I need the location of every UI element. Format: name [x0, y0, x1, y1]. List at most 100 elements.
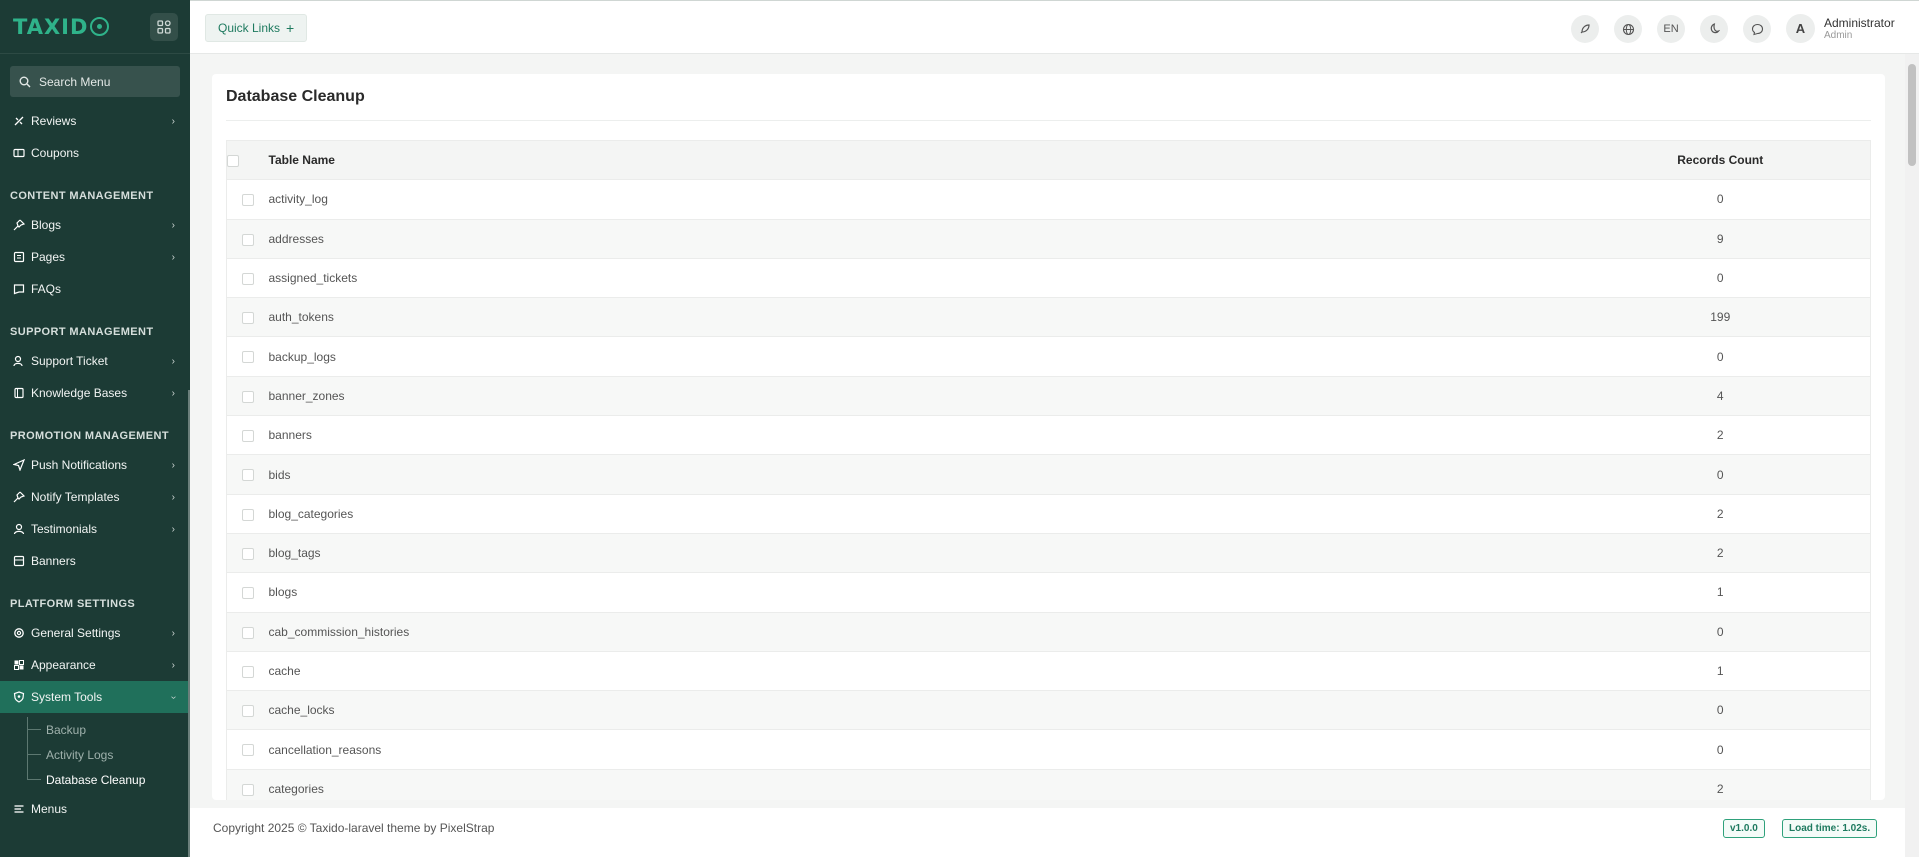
send-icon: [12, 458, 26, 472]
quick-links-button[interactable]: Quick Links +: [205, 14, 308, 42]
sidebar-item-knowledge-bases[interactable]: Knowledge Bases ›: [0, 377, 188, 409]
database-tables-table: Table Name Records Count activity_log 0 ad…: [226, 140, 1871, 800]
column-header-records-count[interactable]: Records Count: [1570, 140, 1871, 181]
menu-icon: [12, 802, 26, 816]
records-count-cell: 0: [1570, 258, 1871, 299]
sidebar-scrollbar[interactable]: [188, 390, 190, 857]
table-row: banners 2: [226, 415, 1871, 456]
shield-icon: [12, 690, 26, 704]
row-checkbox[interactable]: [241, 705, 254, 718]
table-row: blog_tags 2: [226, 533, 1871, 574]
submenu-item-backup[interactable]: Backup: [0, 717, 188, 742]
sidebar-item-general-settings[interactable]: General Settings ›: [0, 617, 188, 649]
table-name-cell: cache: [268, 651, 1571, 692]
records-count-cell: 2: [1570, 494, 1871, 534]
row-checkbox[interactable]: [241, 665, 254, 678]
globe-button[interactable]: [1614, 15, 1642, 43]
submenu-item-activity-logs[interactable]: Activity Logs: [0, 742, 188, 767]
row-select-cell: [226, 612, 269, 652]
row-checkbox[interactable]: [241, 430, 254, 443]
row-select-cell: [226, 179, 269, 220]
row-checkbox[interactable]: [241, 547, 254, 560]
sidebar-item-push-notifications[interactable]: Push Notifications ›: [0, 449, 188, 481]
pin-icon: [12, 218, 26, 232]
chevron-right-icon: ›: [171, 355, 175, 367]
reviews-icon: [12, 114, 26, 128]
sidebar-item-faqs[interactable]: FAQs: [0, 273, 188, 305]
row-checkbox[interactable]: [241, 233, 254, 246]
row-checkbox[interactable]: [241, 744, 254, 757]
faq-icon: [12, 282, 26, 296]
user-avatar[interactable]: A: [1786, 14, 1815, 43]
sidebar-item-testimonials[interactable]: Testimonials ›: [0, 513, 188, 545]
select-all-checkbox[interactable]: [227, 154, 239, 167]
rocket-button[interactable]: [1571, 15, 1599, 43]
table-row: cancellation_reasons 0: [226, 729, 1871, 770]
chevron-right-icon: ›: [171, 115, 175, 127]
table-row: auth_tokens 199: [226, 297, 1871, 338]
chat-icon: [1751, 23, 1763, 35]
table-row: backup_logs 0: [226, 336, 1871, 377]
sidebar-menu: Reviews › Coupons CONTENT MANAGEMENT Blo…: [0, 108, 188, 825]
sidebar-item-system-tools[interactable]: System Tools ›: [0, 681, 188, 713]
table-name-cell: cache_locks: [268, 690, 1571, 731]
records-count-cell: 1: [1570, 572, 1871, 613]
sidebar-item-coupons[interactable]: Coupons: [0, 137, 188, 169]
section-title-content-management: CONTENT MANAGEMENT: [10, 190, 154, 202]
row-checkbox[interactable]: [241, 508, 254, 521]
sidebar-item-banners[interactable]: Banners: [0, 545, 188, 577]
rocket-icon: [1580, 24, 1590, 34]
user-name[interactable]: Administrator: [1824, 16, 1895, 30]
chevron-right-icon: ›: [171, 627, 175, 639]
row-checkbox[interactable]: [241, 194, 254, 207]
row-select-cell: [226, 690, 269, 731]
table-name-cell: blogs: [268, 572, 1571, 613]
sidebar-item-support-ticket[interactable]: Support Ticket ›: [0, 345, 188, 377]
sidebar-item-appearance[interactable]: Appearance ›: [0, 649, 188, 681]
records-count-cell: 0: [1570, 729, 1871, 770]
sidebar-item-label: Coupons: [31, 146, 80, 160]
sidebar-item-label: Blogs: [31, 218, 62, 232]
row-select-cell: [226, 376, 269, 417]
row-checkbox[interactable]: [241, 783, 254, 796]
sidebar-item-notify-templates[interactable]: Notify Templates ›: [0, 481, 188, 513]
support-icon: [12, 354, 26, 368]
quick-links-label: Quick Links: [218, 21, 281, 35]
row-checkbox[interactable]: [241, 587, 254, 600]
sidebar-item-label: Testimonials: [31, 522, 98, 536]
chevron-right-icon: ›: [171, 219, 175, 231]
sidebar-item-menus[interactable]: Menus: [0, 793, 188, 825]
sidebar-item-pages[interactable]: Pages ›: [0, 241, 188, 273]
row-checkbox[interactable]: [241, 626, 254, 639]
records-count-cell: 0: [1570, 454, 1871, 495]
sidebar-item-blogs[interactable]: Blogs ›: [0, 209, 188, 241]
table-header-row: Table Name Records Count: [226, 140, 1871, 181]
language-button[interactable]: EN: [1657, 15, 1685, 43]
sidebar-item-label: Support Ticket: [31, 354, 108, 368]
dark-mode-button[interactable]: [1700, 15, 1728, 43]
page-scrollbar[interactable]: [1905, 54, 1919, 857]
sidebar-search-input[interactable]: Search Menu: [10, 66, 180, 97]
table-name-cell: activity_log: [268, 179, 1571, 220]
sidebar-item-label: General Settings: [31, 626, 121, 640]
chevron-right-icon: ›: [171, 491, 175, 503]
page-scrollbar-thumb[interactable]: [1908, 64, 1916, 166]
section-title-platform-settings: PLATFORM SETTINGS: [10, 598, 136, 610]
brand-logo[interactable]: TAXID: [13, 15, 110, 39]
row-checkbox[interactable]: [241, 469, 254, 482]
records-count-cell: 0: [1570, 690, 1871, 731]
row-checkbox[interactable]: [241, 351, 254, 364]
row-checkbox[interactable]: [241, 272, 254, 285]
row-select-cell: [226, 729, 269, 770]
toggle-sidebar-button[interactable]: [150, 12, 178, 41]
user-role: Admin: [1824, 30, 1853, 41]
submenu-item-database-cleanup[interactable]: Database Cleanup: [0, 767, 188, 792]
sidebar-item-reviews[interactable]: Reviews ›: [0, 105, 188, 137]
row-select-cell: [226, 219, 269, 259]
chat-button[interactable]: [1743, 15, 1771, 43]
row-checkbox[interactable]: [241, 312, 254, 325]
sidebar-item-label: Appearance: [31, 658, 96, 672]
row-checkbox[interactable]: [241, 390, 254, 403]
column-header-table-name[interactable]: Table Name: [268, 140, 1571, 181]
section-title-promotion-management: PROMOTION MANAGEMENT: [10, 430, 169, 442]
